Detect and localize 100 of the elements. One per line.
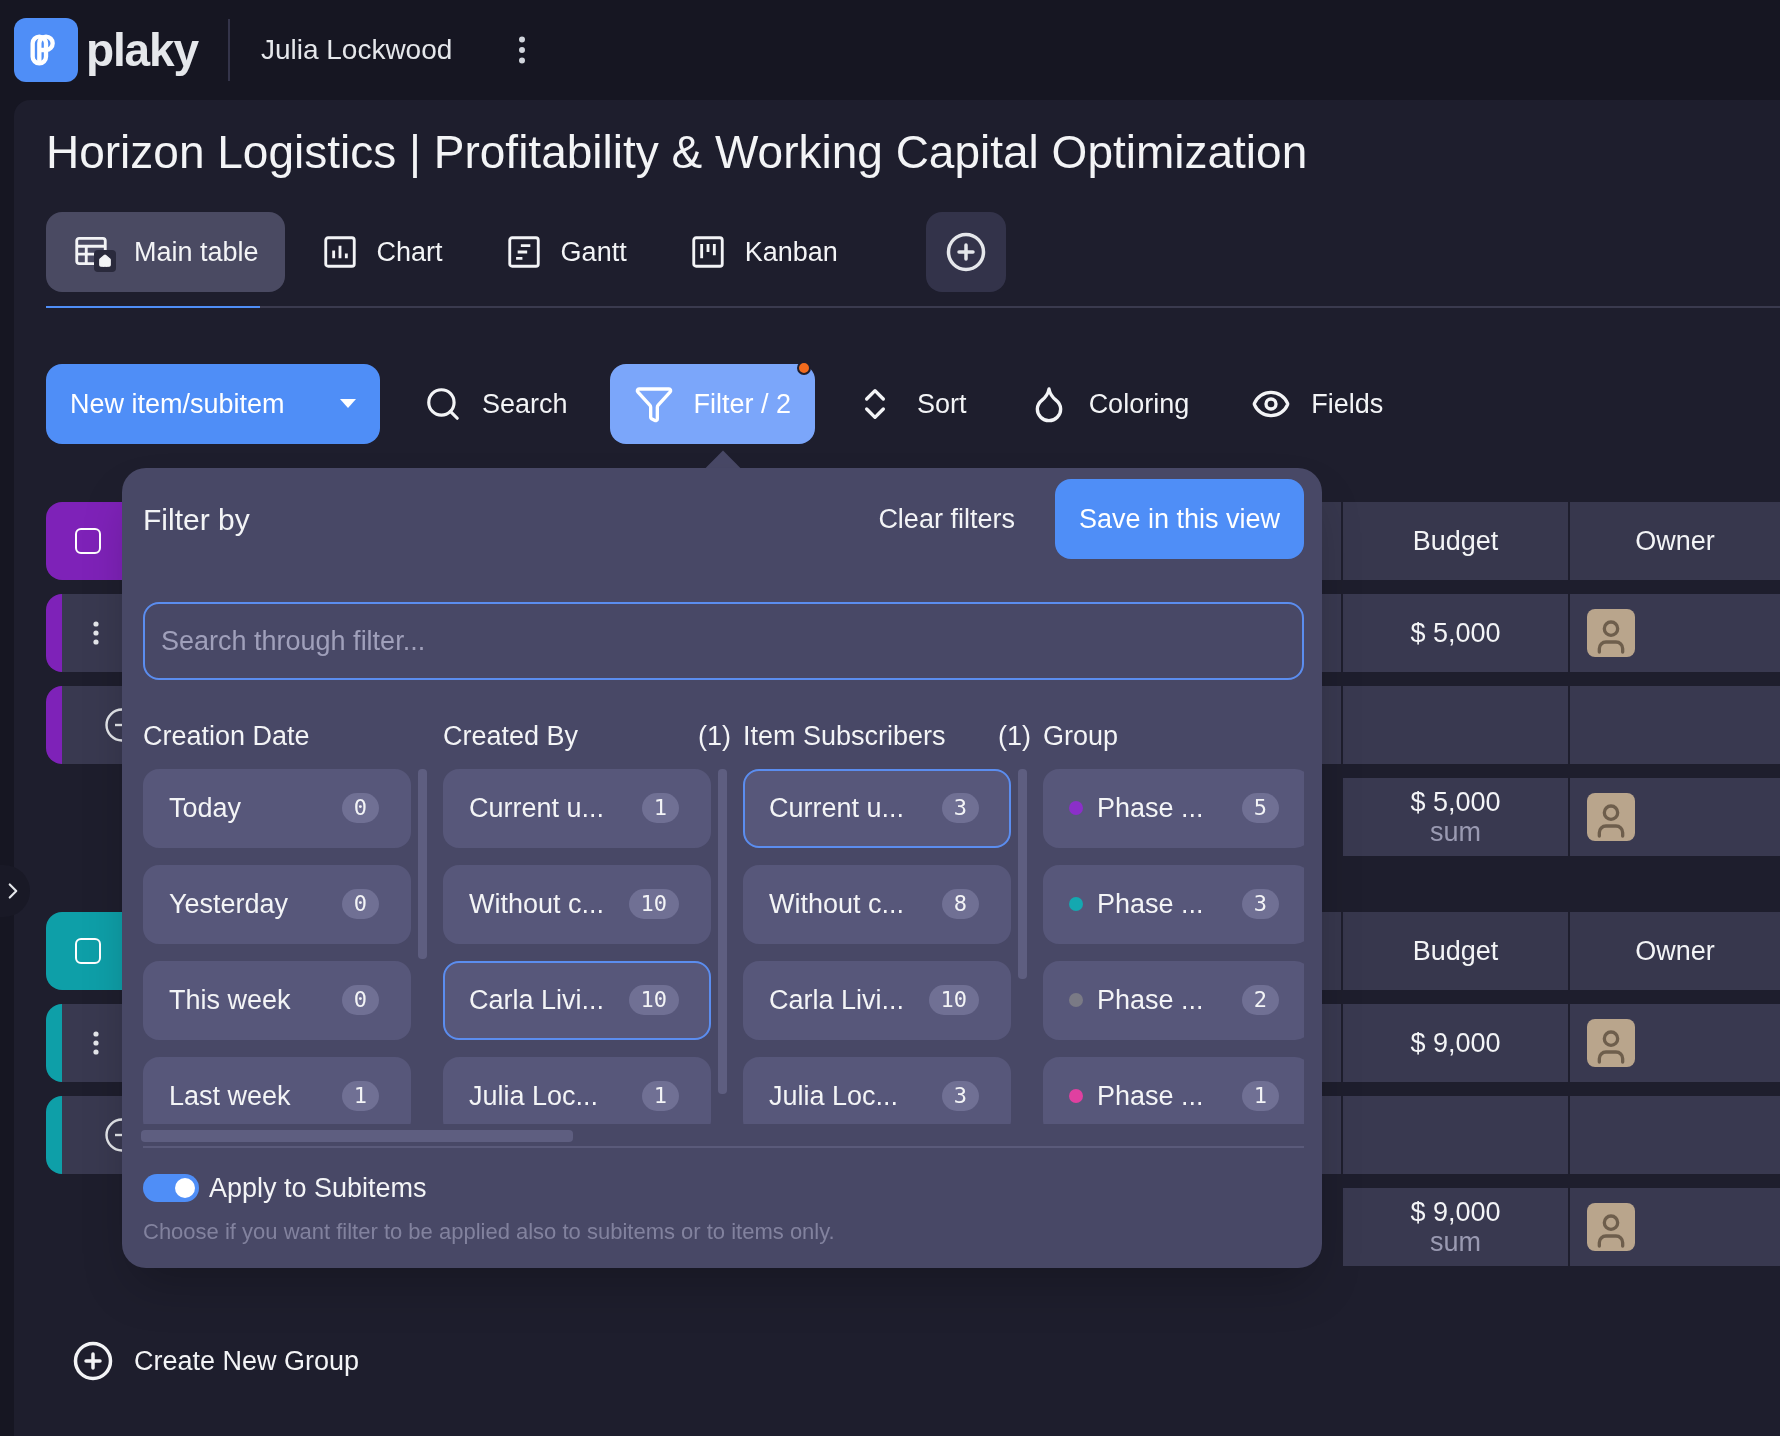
- row-handle[interactable]: [46, 1096, 122, 1174]
- option-label: Phase ...: [1097, 1079, 1204, 1113]
- count-badge: 10: [628, 985, 679, 1015]
- filter-option[interactable]: Phase ... 5: [1043, 768, 1304, 848]
- search-icon: [424, 385, 462, 423]
- option-label: Phase ...: [1097, 983, 1204, 1017]
- option-label: Without c...: [769, 887, 905, 921]
- view-tab[interactable]: Kanban: [662, 212, 864, 292]
- count-badge: 8: [941, 889, 979, 919]
- selected-count: (1): [698, 720, 731, 753]
- filter-option[interactable]: Carla Livi... 10: [443, 960, 711, 1040]
- budget-sum-label: sum: [1430, 1227, 1481, 1257]
- sort-button[interactable]: Sort: [855, 383, 967, 425]
- count-badge: 1: [341, 1081, 379, 1111]
- save-view-button[interactable]: Save in this view: [1054, 479, 1304, 559]
- column-header: Budget: [1343, 912, 1568, 990]
- scrollbar[interactable]: [1018, 768, 1027, 979]
- filter-option[interactable]: Julia Loc... 3: [743, 1056, 1011, 1124]
- filter-option[interactable]: Current u... 3: [743, 768, 1011, 848]
- filter-icon: [633, 384, 674, 424]
- filter-option[interactable]: Current u... 1: [443, 768, 711, 848]
- workspace-name[interactable]: Julia Lockwood: [260, 29, 453, 71]
- count-badge: 10: [928, 985, 979, 1015]
- option-label: This week: [169, 983, 291, 1017]
- caret-icon: [340, 399, 356, 409]
- option-label: Julia Loc...: [769, 1079, 899, 1113]
- option-label: Current u...: [769, 791, 905, 825]
- fields-button[interactable]: Fields: [1251, 383, 1384, 425]
- create-group-button[interactable]: Create New Group: [72, 1340, 360, 1382]
- clear-filters-button[interactable]: Clear filters: [878, 498, 1015, 540]
- count-badge: 0: [341, 793, 379, 823]
- add-view-button[interactable]: [925, 212, 1006, 292]
- scrollbar[interactable]: [718, 768, 727, 1094]
- filter-search-field[interactable]: Search through filter...: [143, 602, 1304, 680]
- column-header: Owner: [1570, 502, 1780, 580]
- more-icon[interactable]: [93, 621, 99, 645]
- more-icon[interactable]: [93, 1031, 99, 1055]
- filter-option[interactable]: Today 0: [143, 768, 411, 848]
- hint-text: Choose if you want filter to be applied also to subitems or to items only.: [143, 1217, 836, 1246]
- checkbox[interactable]: [75, 528, 101, 554]
- filter-option[interactable]: Julia Loc... 1: [443, 1056, 711, 1124]
- filter-option[interactable]: Yesterday 0: [143, 864, 411, 944]
- count-badge: 3: [1241, 889, 1279, 919]
- coloring-button[interactable]: Coloring: [1028, 383, 1190, 425]
- count-badge: 3: [941, 793, 979, 823]
- budget-value: $ 9,000: [1410, 1197, 1501, 1227]
- horizontal-scrollbar[interactable]: [141, 1130, 573, 1142]
- column-header: Budget: [1343, 502, 1568, 580]
- count-badge: 1: [641, 793, 679, 823]
- count-badge: 3: [941, 1081, 979, 1111]
- add-subitem-icon[interactable]: [105, 708, 122, 742]
- plus-icon: [72, 1340, 114, 1382]
- column-header: Owner: [1570, 912, 1780, 990]
- option-label: Carla Livi...: [769, 983, 905, 1017]
- option-label: Current u...: [469, 791, 605, 825]
- count-badge: 10: [628, 889, 679, 919]
- count-badge: 0: [341, 985, 379, 1015]
- count-badge: 1: [641, 1081, 679, 1111]
- option-label: Yesterday: [169, 887, 289, 921]
- view-tab[interactable]: Main table: [46, 212, 285, 292]
- filter-option[interactable]: Without c... 10: [443, 864, 711, 944]
- option-label: Phase ...: [1097, 791, 1204, 825]
- filter-column-title: Group: [1043, 720, 1119, 753]
- filter-option[interactable]: Carla Livi... 10: [743, 960, 1011, 1040]
- checkbox[interactable]: [75, 938, 101, 964]
- filter-option[interactable]: Last week 1: [143, 1056, 411, 1124]
- add-subitem-icon[interactable]: [105, 1118, 122, 1152]
- budget-value: $ 9,000: [1410, 1028, 1501, 1058]
- board-title: Horizon Logistics | Profitability & Working Capital Optimization: [46, 125, 1309, 180]
- filter-option[interactable]: Phase ... 2: [1043, 960, 1304, 1040]
- option-label: Phase ...: [1097, 887, 1204, 921]
- plus-icon: [944, 231, 987, 273]
- row-handle[interactable]: [46, 686, 122, 764]
- new-item-button[interactable]: New item/subitem: [46, 364, 380, 444]
- logo-mark[interactable]: [14, 18, 78, 82]
- scrollbar[interactable]: [418, 768, 427, 959]
- filter-title: Filter by: [143, 501, 250, 538]
- view-tab[interactable]: Chart: [294, 212, 469, 292]
- toggle-label: Apply to Subitems: [209, 1172, 427, 1205]
- budget-value: $ 5,000: [1410, 787, 1501, 817]
- filter-column-title: Created By: [443, 720, 579, 753]
- filter-option[interactable]: This week 0: [143, 960, 411, 1040]
- filter-option[interactable]: Phase ... 3: [1043, 864, 1304, 944]
- budget-sum-label: sum: [1430, 817, 1481, 847]
- filter-option[interactable]: Phase ... 1: [1043, 1056, 1304, 1124]
- count-badge: 0: [341, 889, 379, 919]
- search-button[interactable]: Search: [424, 383, 568, 425]
- toggle-switch[interactable]: [143, 1174, 199, 1203]
- selected-count: (1): [998, 720, 1031, 753]
- option-label: Carla Livi...: [469, 983, 605, 1017]
- filter-column-title: Item Subscribers: [743, 720, 946, 753]
- option-label: Today: [169, 791, 242, 825]
- filter-option[interactable]: Without c... 8: [743, 864, 1011, 944]
- view-tab[interactable]: Gantt: [478, 212, 653, 292]
- filter-column-title: Creation Date: [143, 720, 310, 753]
- budget-value: $ 5,000: [1410, 618, 1501, 648]
- logo-text: plaky: [86, 22, 198, 78]
- count-badge: 1: [1241, 1081, 1279, 1111]
- count-badge: 2: [1241, 985, 1279, 1015]
- option-label: Julia Loc...: [469, 1079, 599, 1113]
